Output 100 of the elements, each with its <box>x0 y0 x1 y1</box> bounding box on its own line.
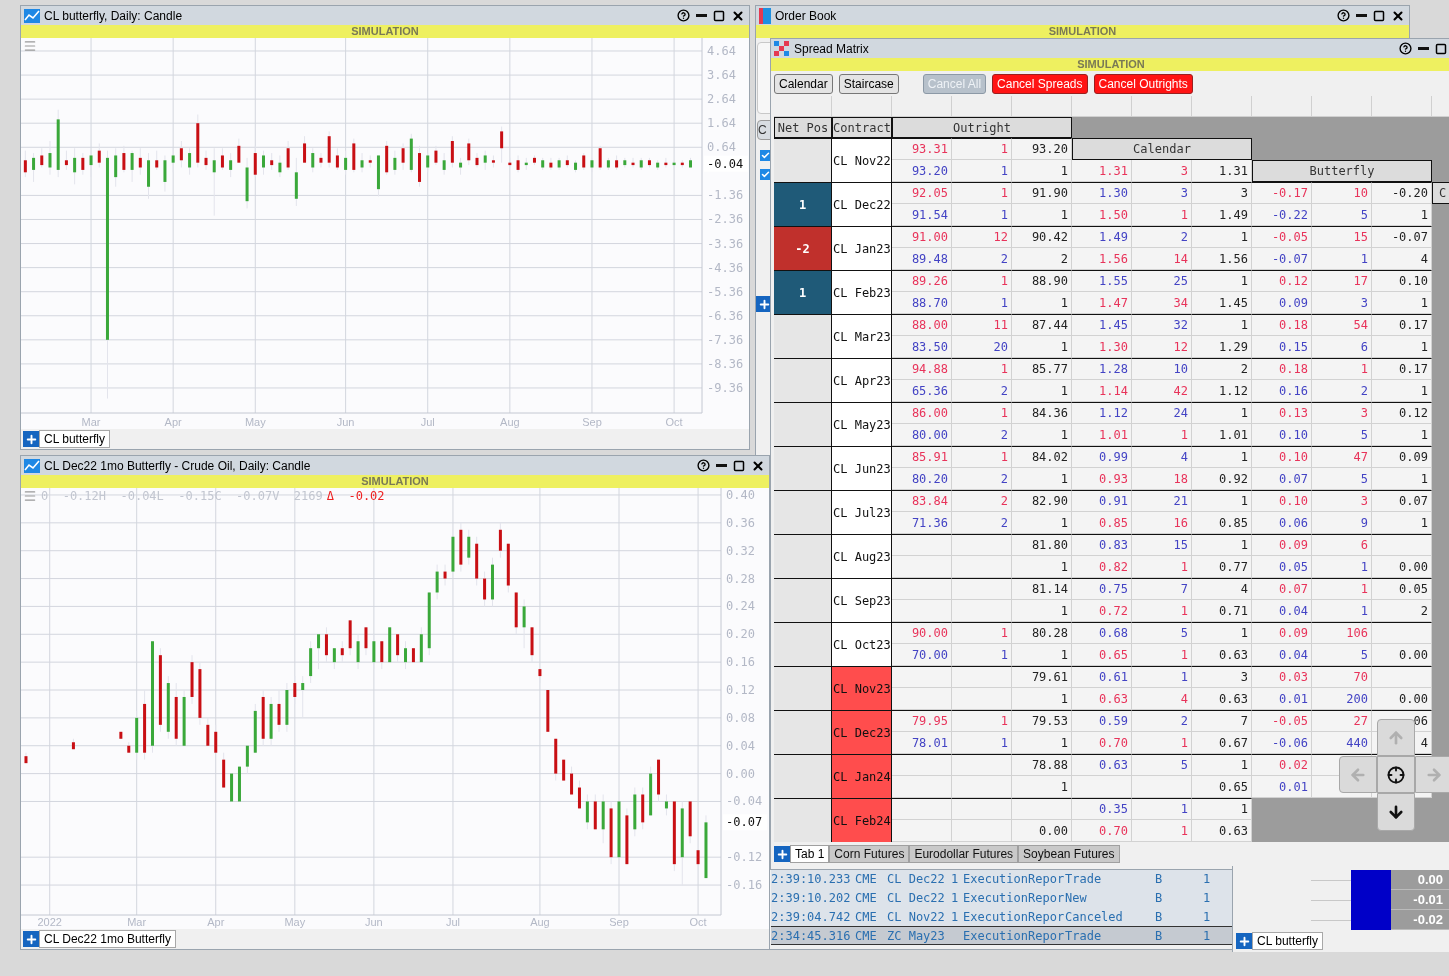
log-row[interactable]: 2:39:10.233 CME CL Dec22 1 ExecutionReporTrade B 1 <box>771 869 1233 888</box>
price-cell: 0.10 <box>1252 490 1312 512</box>
minimize-icon <box>696 14 707 17</box>
log-exchange: CME <box>855 891 878 904</box>
x-axis-label: Oct <box>665 416 683 428</box>
maximize-button[interactable] <box>733 459 745 472</box>
center-button[interactable] <box>1377 756 1415 793</box>
close-button[interactable] <box>751 458 765 473</box>
candlestick <box>220 147 224 171</box>
price-cell: 1.31 <box>1072 160 1132 182</box>
toolbar-button[interactable]: Cancel Spreads <box>992 73 1088 94</box>
price-cell: 0.05 <box>1372 578 1432 600</box>
plus-icon <box>1237 934 1251 948</box>
help-icon <box>677 9 690 22</box>
toolbar-button[interactable]: Staircase <box>838 73 899 94</box>
down-arrow-icon <box>1387 803 1405 821</box>
price-cell: 0.63 <box>1192 820 1252 842</box>
chart-tab[interactable]: CL butterfly <box>1252 932 1323 950</box>
price-cell: 83.84 <box>892 490 952 512</box>
price-level: -0.01 <box>1391 890 1449 910</box>
y-axis-label: -3.36 <box>707 236 744 251</box>
chart-tab[interactable]: CL Dec22 1mo Butterfly <box>39 930 176 948</box>
price-cell: 0.65 <box>1072 644 1132 666</box>
price-cell: 0.00 <box>1372 688 1432 710</box>
price-cell: 12 <box>1132 336 1192 358</box>
toolbar-button[interactable]: Cancel Outrights <box>1093 73 1193 94</box>
candlestick <box>340 640 344 663</box>
y-axis-label: 0.16 <box>726 655 755 670</box>
price-cell: 1 <box>1192 446 1252 468</box>
y-axis-label: -0.04 <box>726 794 763 809</box>
log-type: ExecutionRepor <box>963 929 1065 942</box>
price-cell: 1 <box>1312 248 1372 270</box>
x-axis-label: Jul <box>445 916 460 928</box>
sheet-tab[interactable]: Tab 1 <box>790 845 830 863</box>
help-button[interactable] <box>697 459 710 472</box>
toolbar-button[interactable]: Calendar <box>774 73 833 94</box>
price-cell: 0.04 <box>1252 600 1312 622</box>
book-icon <box>759 7 771 24</box>
price-cell: 88.90 <box>1012 270 1072 292</box>
price-cell: 1 <box>1012 732 1072 754</box>
price-cell: 0.10 <box>1372 270 1432 292</box>
contract-cell: CL Jul23 <box>832 490 892 534</box>
add-tab-button[interactable] <box>774 846 790 862</box>
maximize-button[interactable] <box>1373 9 1385 22</box>
down-button[interactable] <box>1377 793 1415 831</box>
y-axis-label: -4.36 <box>707 260 744 275</box>
maximize-button[interactable] <box>1435 42 1447 55</box>
sheet-tab[interactable]: Corn Futures <box>829 845 910 863</box>
log-row[interactable]: 2:39:04.742 CME CL Nov22 1 ExecutionReporCanceled B 1 <box>771 907 1233 926</box>
chart-tab[interactable]: CL butterfly <box>39 430 110 448</box>
price-cell: 0.01 <box>1252 688 1312 710</box>
price-cell: 0.10 <box>1252 446 1312 468</box>
price-cell: 6 <box>1312 336 1372 358</box>
contract-cell: CL Dec22 <box>832 182 892 226</box>
price-cell: -0.22 <box>1252 204 1312 226</box>
sheet-tab[interactable]: Eurodollar Futures <box>909 845 1019 863</box>
log-status: Trade <box>1065 929 1103 942</box>
add-tab-button[interactable] <box>1236 933 1252 949</box>
price-cell: 21 <box>1132 490 1192 512</box>
maximize-icon <box>733 459 745 472</box>
side-button[interactable]: C <box>757 120 771 140</box>
column-header: Calendar <box>1072 138 1252 160</box>
price-cell: 1 <box>952 160 1012 182</box>
column-header: Outright <box>892 117 1072 138</box>
close-button[interactable] <box>731 8 745 23</box>
x-axis-label: Oct <box>689 916 707 928</box>
maximize-icon <box>1435 42 1447 55</box>
price-cell: 92.05 <box>892 182 952 204</box>
price-cell: 71.36 <box>892 512 952 534</box>
candlestick <box>364 626 368 656</box>
price-cell: 1.30 <box>1072 336 1132 358</box>
price-cell: 1 <box>952 622 1012 644</box>
price-cell: 1 <box>1312 578 1372 600</box>
y-axis-label: 3.64 <box>707 68 736 83</box>
contract-cell: CL Jan23 <box>832 226 892 270</box>
y-axis-label: -5.36 <box>707 284 744 299</box>
help-button[interactable] <box>677 9 690 22</box>
contract-cell: CL Dec23 <box>832 710 892 754</box>
price-cell: 1 <box>1132 600 1192 622</box>
y-axis-label: 0.24 <box>726 599 755 614</box>
price-cell: 78.01 <box>892 732 952 754</box>
price-cell: 0.67 <box>1192 732 1252 754</box>
price-cell: 0.18 <box>1252 314 1312 336</box>
minimize-icon <box>1356 14 1367 17</box>
close-button[interactable] <box>1391 8 1405 23</box>
log-type: ExecutionRepor <box>963 910 1065 923</box>
price-cell: 1 <box>1132 556 1192 578</box>
add-tab-button[interactable] <box>23 431 39 447</box>
price-cell: 12 <box>952 226 1012 248</box>
sheet-tab[interactable]: Soybean Futures <box>1018 845 1120 863</box>
help-button[interactable] <box>1337 9 1350 22</box>
maximize-button[interactable] <box>713 9 725 22</box>
price-cell: 0.09 <box>1252 622 1312 644</box>
change-readout: Δ -0.02 <box>326 490 385 502</box>
add-tab-button[interactable] <box>23 931 39 947</box>
help-button[interactable] <box>1399 42 1412 55</box>
log-row[interactable]: 2:39:10.202 CME CL Dec22 1 ExecutionReporNew B 1 <box>771 888 1233 907</box>
line-chart-icon <box>24 458 40 473</box>
candlestick <box>206 717 210 747</box>
help-icon <box>1399 42 1412 55</box>
